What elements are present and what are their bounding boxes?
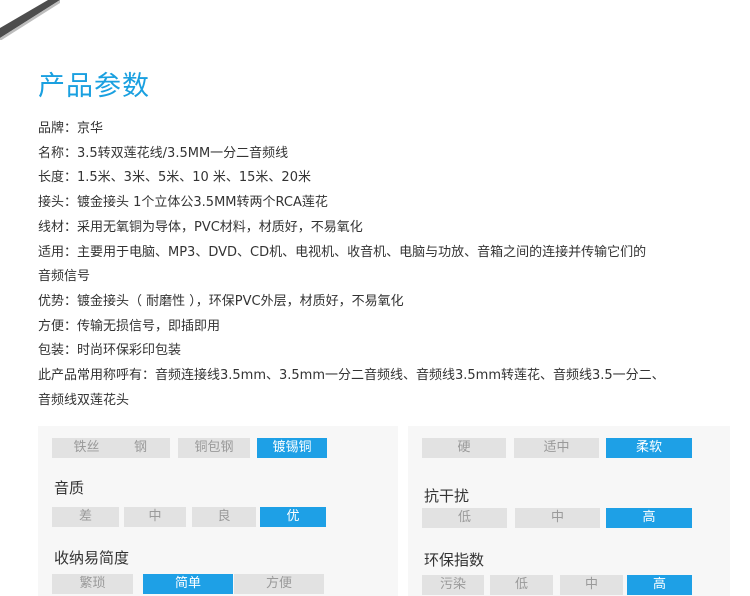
spec-brand: 品牌：京华 [38, 121, 104, 136]
sound-quality-label: 音质 [54, 479, 85, 497]
storage-option: 简单 [143, 574, 233, 594]
softness-option: 柔软 [606, 438, 692, 458]
interference-option: 高 [606, 508, 692, 528]
sound-option: 差 [52, 507, 119, 527]
spec-packaging: 包装：时尚环保彩印包装 [38, 343, 182, 359]
rating-panel-right: 硬 适中 柔软 抗干扰 低 中 高 环保指数 污染 低 中 高 [408, 426, 730, 596]
material-option: 镀锡铜 [257, 438, 327, 458]
storage-option: 方便 [234, 574, 324, 594]
rating-panel-left: 铁丝 钢 铜包钢 镀锡铜 音质 差 中 良 优 收纳易简度 繁琐 简单 方便 [38, 426, 398, 596]
material-option: 钢 [111, 438, 170, 458]
eco-index-label: 环保指数 [424, 551, 485, 569]
spec-name: 名称：3.5转双莲花线/3.5MM一分二音频线 [38, 145, 289, 161]
sound-option: 中 [124, 507, 186, 527]
spec-list: 品牌：京华 名称：3.5转双莲花线/3.5MM一分二音频线 长度：1.5米、3米… [38, 117, 718, 413]
spec-aliases: 此产品常用称呼有：音频连接线3.5mm、3.5mm一分二音频线、音频线3.5mm… [38, 368, 665, 384]
spec-length: 长度：1.5米、3米、5米、10 米、15米、20米 [38, 170, 311, 186]
storage-ease-label: 收纳易简度 [54, 549, 130, 567]
spec-advantage: 优势：镀金接头（ 耐磨性 ），环保PVC外层，材质好，不易氧化 [38, 293, 404, 309]
eco-option: 低 [490, 575, 553, 595]
anti-interference-label: 抗干扰 [424, 487, 470, 505]
section-title: 产品参数 [38, 71, 150, 102]
softness-option: 适中 [514, 438, 599, 458]
interference-option: 低 [422, 508, 507, 528]
eco-option: 污染 [422, 575, 484, 595]
spec-usage: 适用：主要用于电脑、MP3、DVD、CD机、电视机、收音机、电脑与功放、音箱之间… [38, 244, 647, 260]
sound-option: 良 [192, 507, 256, 527]
eco-option: 中 [560, 575, 623, 595]
material-option: 铜包钢 [178, 438, 250, 458]
spec-aliases-cont: 音频线双莲花头 [38, 392, 130, 408]
spec-connector: 接头：镀金接头 1个立体公3.5MM转两个RCA莲花 [38, 195, 328, 211]
spec-convenience: 方便：传输无损信号，即插即用 [38, 318, 221, 334]
interference-option: 中 [515, 508, 600, 528]
spec-usage-cont: 音频信号 [38, 269, 91, 285]
storage-option: 繁琐 [52, 574, 133, 594]
sound-option: 优 [260, 507, 326, 527]
eco-option: 高 [627, 575, 692, 595]
decorative-corner-strip [0, 0, 60, 40]
softness-option: 硬 [422, 438, 506, 458]
spec-wire: 线材：采用无氧铜为导体，PVC材料，材质好，不易氧化 [38, 219, 363, 235]
